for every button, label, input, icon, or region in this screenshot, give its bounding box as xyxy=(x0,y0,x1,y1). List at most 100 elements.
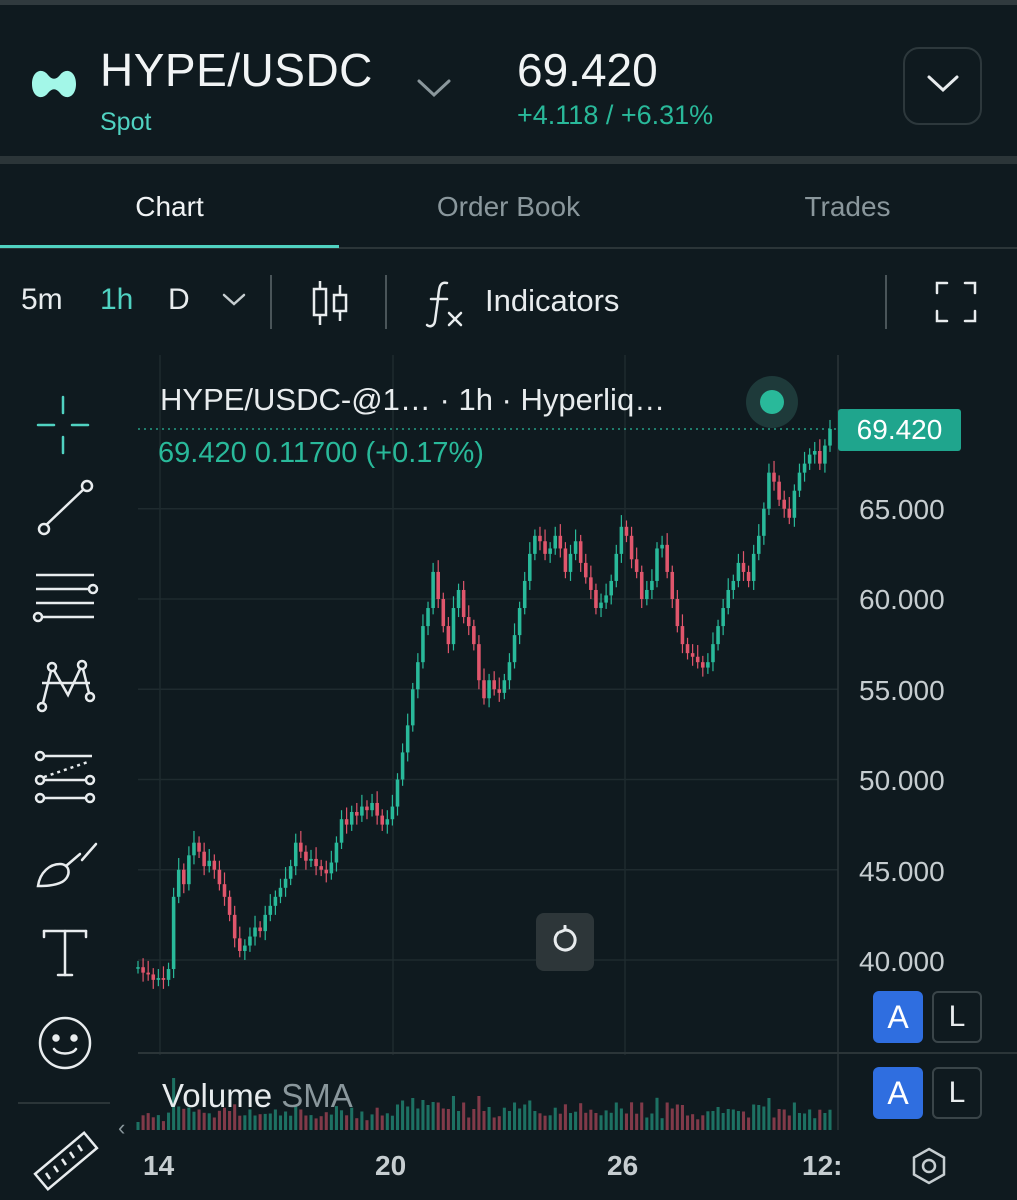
tab-chart[interactable]: Chart xyxy=(0,164,339,249)
volume-bar xyxy=(507,1111,511,1130)
candle xyxy=(492,680,496,690)
volume-bar xyxy=(304,1115,308,1130)
live-status-indicator xyxy=(746,376,798,428)
volume-log-scale-button[interactable]: L xyxy=(932,1067,982,1119)
chart-area[interactable]: HYPE/USDC-@1… · 1h · Hyperliq… 69.420 0.… xyxy=(0,355,1017,1200)
volume-bar xyxy=(462,1102,466,1130)
expand-menu-button[interactable] xyxy=(903,47,982,125)
candle xyxy=(553,535,558,549)
tools-divider xyxy=(18,1102,110,1104)
candle xyxy=(212,860,217,870)
volume-bar xyxy=(518,1108,522,1130)
pair-name[interactable]: HYPE/USDC xyxy=(100,43,373,97)
function-fx-icon[interactable] xyxy=(425,279,467,334)
volume-bar xyxy=(675,1104,679,1130)
volume-bar xyxy=(146,1113,150,1130)
candle xyxy=(497,689,502,693)
tab-order-book[interactable]: Order Book xyxy=(339,164,678,249)
volume-bar xyxy=(640,1102,644,1130)
volume-bar xyxy=(579,1103,583,1130)
text-icon[interactable] xyxy=(30,927,100,984)
auto-scale-button[interactable]: A xyxy=(873,991,923,1043)
candle xyxy=(227,896,232,915)
timeframe-dropdown-chevron-icon[interactable] xyxy=(222,293,246,312)
candle xyxy=(436,571,440,599)
volume-bar xyxy=(792,1102,796,1130)
volume-bar xyxy=(609,1112,613,1130)
volume-label: Volume xyxy=(162,1077,273,1114)
scroll-left-chevron-icon[interactable]: ‹ xyxy=(118,1115,125,1141)
volume-bar xyxy=(416,1108,420,1130)
pattern-icon[interactable] xyxy=(30,655,100,722)
candle xyxy=(309,858,313,861)
volume-bar xyxy=(731,1109,735,1130)
volume-bar xyxy=(803,1113,807,1130)
candle xyxy=(237,938,242,951)
volume-bar xyxy=(599,1115,603,1130)
candlestick-type-icon[interactable] xyxy=(310,279,350,332)
candle xyxy=(339,819,344,843)
volume-bar xyxy=(477,1096,481,1130)
candle xyxy=(787,508,792,518)
volume-bar xyxy=(691,1114,695,1130)
candle xyxy=(619,526,624,554)
candle xyxy=(456,589,461,609)
timeframe-d[interactable]: D xyxy=(168,283,190,317)
candle xyxy=(741,562,746,572)
volume-bar xyxy=(680,1105,684,1130)
volume-bar xyxy=(736,1111,740,1130)
fullscreen-icon[interactable] xyxy=(935,281,977,328)
active-tab-indicator xyxy=(0,245,339,248)
candle xyxy=(268,905,273,915)
candle xyxy=(604,595,608,603)
volume-bar xyxy=(436,1102,440,1130)
candle xyxy=(573,541,578,554)
volume-bar xyxy=(360,1111,364,1130)
volume-bar xyxy=(701,1115,705,1130)
horizontal-lines-icon[interactable] xyxy=(30,570,100,633)
x-axis-label: 26 xyxy=(607,1150,639,1181)
volume-bar xyxy=(309,1115,313,1130)
brush-icon[interactable] xyxy=(30,840,100,897)
tab-trades[interactable]: Trades xyxy=(678,164,1017,249)
volume-bar xyxy=(614,1102,618,1130)
volume-bar xyxy=(268,1113,272,1130)
volume-bar xyxy=(568,1113,573,1130)
volume-bar xyxy=(390,1115,394,1130)
volume-bar xyxy=(492,1117,496,1130)
candle xyxy=(304,851,308,861)
candle xyxy=(706,662,710,668)
projection-icon[interactable] xyxy=(30,750,100,813)
candle xyxy=(395,779,400,807)
candle xyxy=(690,653,695,657)
log-scale-button[interactable]: L xyxy=(932,991,982,1043)
candle xyxy=(263,914,267,932)
volume-bar xyxy=(151,1117,155,1130)
trend-line-icon[interactable] xyxy=(30,477,96,544)
pair-selector-chevron-icon[interactable] xyxy=(416,77,452,104)
ruler-icon[interactable] xyxy=(30,1127,100,1200)
candle xyxy=(334,842,339,863)
volume-sma-label: SMA xyxy=(281,1077,353,1114)
volume-bar xyxy=(513,1102,517,1130)
crosshair-icon[interactable] xyxy=(30,395,96,460)
timeframe-1h[interactable]: 1h xyxy=(100,283,133,317)
volume-auto-scale-button[interactable]: A xyxy=(873,1067,923,1119)
candle xyxy=(634,559,639,572)
volume-bar xyxy=(553,1107,557,1130)
emoji-icon[interactable] xyxy=(30,1013,100,1076)
volume-bar xyxy=(207,1113,211,1130)
hexagon-settings-icon[interactable] xyxy=(910,1147,948,1190)
indicators-button[interactable]: Indicators xyxy=(485,283,619,319)
reset-chart-button[interactable] xyxy=(536,913,594,971)
timeframe-5m[interactable]: 5m xyxy=(21,283,63,317)
candle xyxy=(477,644,481,681)
candle xyxy=(594,589,598,609)
volume-bar xyxy=(558,1113,562,1130)
candle xyxy=(563,548,568,572)
candle xyxy=(828,428,832,446)
volume-bar xyxy=(813,1118,817,1130)
candle xyxy=(283,878,288,888)
volume-bar xyxy=(212,1117,216,1130)
volume-bar xyxy=(406,1106,410,1130)
